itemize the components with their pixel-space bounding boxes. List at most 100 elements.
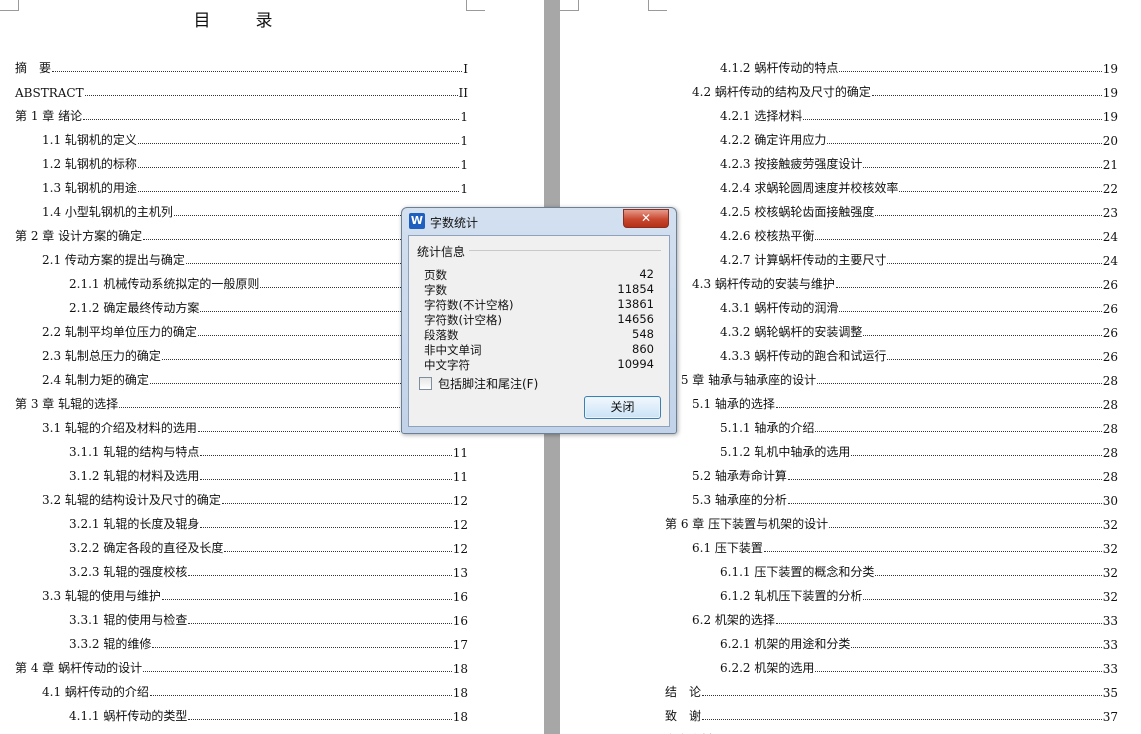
toc-entry-text: 5.1 轴承的选择 xyxy=(692,397,775,411)
toc-entry[interactable]: 3.2 轧辊的结构设计及尺寸的确定 12 xyxy=(42,490,468,508)
toc-entry[interactable]: 4.2.6 校核热平衡 24 xyxy=(720,226,1118,244)
toc-entry[interactable]: 1.2 轧钢机的标称 1 xyxy=(42,154,468,172)
toc-entry-text: 4.1 蜗杆传动的介绍 xyxy=(42,685,149,699)
toc-entry[interactable]: 3.1.1 轧辊的结构与特点 11 xyxy=(69,442,468,460)
toc-entry[interactable]: ABSTRACT II xyxy=(15,82,468,100)
close-icon[interactable]: ✕ xyxy=(623,209,669,228)
close-button[interactable]: 关闭 xyxy=(584,396,661,419)
dialog-title: 字数统计 xyxy=(430,216,479,230)
toc-leader-dots xyxy=(200,526,452,528)
toc-entry[interactable]: 4.3.2 蜗轮蜗杆的安装调整 26 xyxy=(720,322,1118,340)
toc-leader-dots xyxy=(188,718,452,720)
toc-entry[interactable]: 3.3.1 辊的使用与检查 16 xyxy=(69,610,468,628)
toc-entry[interactable]: 6.2.1 机架的用途和分类 33 xyxy=(720,634,1118,652)
toc-entry[interactable]: 6.2.2 机架的选用 33 xyxy=(720,658,1118,676)
dialog-titlebar[interactable]: W 字数统计 ✕ xyxy=(402,208,676,234)
stat-value: 14656 xyxy=(617,312,654,326)
toc-leader-dots xyxy=(152,646,452,648)
toc-entry[interactable]: 5.2 轴承寿命计算 28 xyxy=(692,466,1118,484)
toc-entry[interactable]: 4.2.1 选择材料 19 xyxy=(720,106,1118,124)
toc-entry-page: 16 xyxy=(452,614,468,628)
toc-entry[interactable]: 5.1.2 轧机中轴承的选用 28 xyxy=(720,442,1118,460)
toc-entry[interactable]: 6.1 压下装置 32 xyxy=(692,538,1118,556)
include-footnotes-option[interactable]: 包括脚注和尾注(F) xyxy=(419,375,538,391)
toc-entry[interactable]: 6.1.1 压下装置的概念和分类 32 xyxy=(720,562,1118,580)
toc-entry[interactable]: 参考资料38 xyxy=(665,730,1118,734)
stat-label: 字数 xyxy=(424,283,447,297)
stat-row: 字符数(不计空格) 13861 xyxy=(424,297,654,312)
toc-entry[interactable]: 4.3.3 蜗杆传动的跑合和试运行 26 xyxy=(720,346,1118,364)
toc-entry-page: 28 xyxy=(1102,470,1118,484)
toc-leader-dots xyxy=(149,694,452,696)
toc-leader-dots xyxy=(899,190,1102,192)
toc-entry[interactable]: 4.3.1 蜗杆传动的润滑 26 xyxy=(720,298,1118,316)
stat-label: 字符数(计空格) xyxy=(424,313,502,327)
toc-entry[interactable]: 3.3 轧辊的使用与维护 16 xyxy=(42,586,468,604)
toc-entry-page: 16 xyxy=(452,590,468,604)
toc-leader-dots xyxy=(787,478,1102,480)
toc-entry[interactable]: 6.2 机架的选择 33 xyxy=(692,610,1118,628)
toc-leader-dots xyxy=(815,238,1102,240)
toc-entry[interactable]: 4.2.7 计算蜗杆传动的主要尺寸 24 xyxy=(720,250,1118,268)
stat-row: 中文字符 10994 xyxy=(424,357,654,372)
toc-entry-text: 致 谢 xyxy=(665,709,702,723)
toc-entry[interactable]: 4.1.1 蜗杆传动的类型 18 xyxy=(69,706,468,724)
toc-entry-page: 33 xyxy=(1102,638,1118,652)
toc-entry[interactable]: 1.1 轧钢机的定义 1 xyxy=(42,130,468,148)
toc-leader-dots xyxy=(815,670,1102,672)
toc-leader-dots xyxy=(200,478,452,480)
toc-entry[interactable]: 第 5 章 轴承与轴承座的设计 28 xyxy=(665,370,1118,388)
toc-title: 目 录 xyxy=(193,11,287,31)
toc-entry[interactable]: 5.3 轴承座的分析 30 xyxy=(692,490,1118,508)
toc-entry-page: 18 xyxy=(452,662,468,676)
toc-leader-dots xyxy=(224,550,452,552)
toc-entry-text: 结 论 xyxy=(665,685,702,699)
toc-entry-page: 12 xyxy=(452,542,468,556)
toc-entry[interactable]: 6.1.2 轧机压下装置的分析 32 xyxy=(720,586,1118,604)
toc-leader-dots xyxy=(839,70,1102,72)
toc-leader-dots xyxy=(221,502,452,504)
toc-entry[interactable]: 第 1 章 绪论 1 xyxy=(15,106,468,124)
toc-leader-dots xyxy=(803,118,1102,120)
toc-entry-text: 第 1 章 绪论 xyxy=(15,109,83,123)
toc-entry[interactable]: 4.1 蜗杆传动的介绍 18 xyxy=(42,682,468,700)
toc-entry[interactable]: 第 6 章 压下装置与机架的设计 32 xyxy=(665,514,1118,532)
toc-leader-dots xyxy=(188,574,452,576)
toc-entry[interactable]: 第 4 章 蜗杆传动的设计 18 xyxy=(15,658,468,676)
toc-entry[interactable]: 4.3 蜗杆传动的安装与维护 26 xyxy=(692,274,1118,292)
toc-entry[interactable]: 5.1.1 轴承的介绍 28 xyxy=(720,418,1118,436)
toc-entry[interactable]: 5.1 轴承的选择 28 xyxy=(692,394,1118,412)
toc-entry-page: 26 xyxy=(1102,326,1118,340)
toc-entry[interactable]: 4.2.2 确定许用应力 20 xyxy=(720,130,1118,148)
toc-leader-dots xyxy=(827,142,1102,144)
toc-entry[interactable]: 4.2.5 校核蜗轮齿面接触强度 23 xyxy=(720,202,1118,220)
toc-entry[interactable]: 1.3 轧钢机的用途 1 xyxy=(42,178,468,196)
toc-entry[interactable]: 3.2.1 轧辊的长度及辊身 12 xyxy=(69,514,468,532)
toc-leader-dots xyxy=(787,502,1102,504)
toc-entry[interactable]: 4.2.4 求蜗轮圆周速度并校核效率 22 xyxy=(720,178,1118,196)
toc-entry[interactable]: 3.2.2 确定各段的直径及长度 12 xyxy=(69,538,468,556)
toc-entry-page: 23 xyxy=(1102,206,1118,220)
toc-entry-page: 28 xyxy=(1102,374,1118,388)
toc-leader-dots xyxy=(702,694,1102,696)
toc-entry[interactable]: 结 论 35 xyxy=(665,682,1118,700)
toc-entry[interactable]: 4.2 蜗杆传动的结构及尺寸的确定 19 xyxy=(692,82,1118,100)
toc-entry[interactable]: 致 谢 37 xyxy=(665,706,1118,724)
include-footnotes-checkbox[interactable] xyxy=(419,376,432,390)
toc-entry-page: 19 xyxy=(1102,110,1118,124)
toc-entry[interactable]: 3.2.3 轧辊的强度校核 13 xyxy=(69,562,468,580)
toc-leader-dots xyxy=(839,310,1102,312)
toc-leader-dots xyxy=(84,94,458,96)
toc-entry[interactable]: 摘 要I xyxy=(15,58,468,76)
toc-entry[interactable]: 3.3.2 辊的维修 17 xyxy=(69,634,468,652)
toc-entry-text: 摘 要 xyxy=(15,61,52,75)
toc-entry-text: 2.1 传动方案的提出与确定 xyxy=(42,253,185,267)
crop-mark xyxy=(560,0,579,11)
stat-label: 段落数 xyxy=(424,328,459,342)
stat-row: 页数 42 xyxy=(424,267,654,282)
toc-entry[interactable]: 4.2.3 按接触疲劳强度设计 21 xyxy=(720,154,1118,172)
toc-leader-dots xyxy=(835,286,1102,288)
toc-entry-text: 2.1.2 确定最终传动方案 xyxy=(69,301,200,315)
toc-entry[interactable]: 3.1.2 轧辊的材料及选用 11 xyxy=(69,466,468,484)
toc-entry[interactable]: 4.1.2 蜗杆传动的特点 19 xyxy=(720,58,1118,76)
